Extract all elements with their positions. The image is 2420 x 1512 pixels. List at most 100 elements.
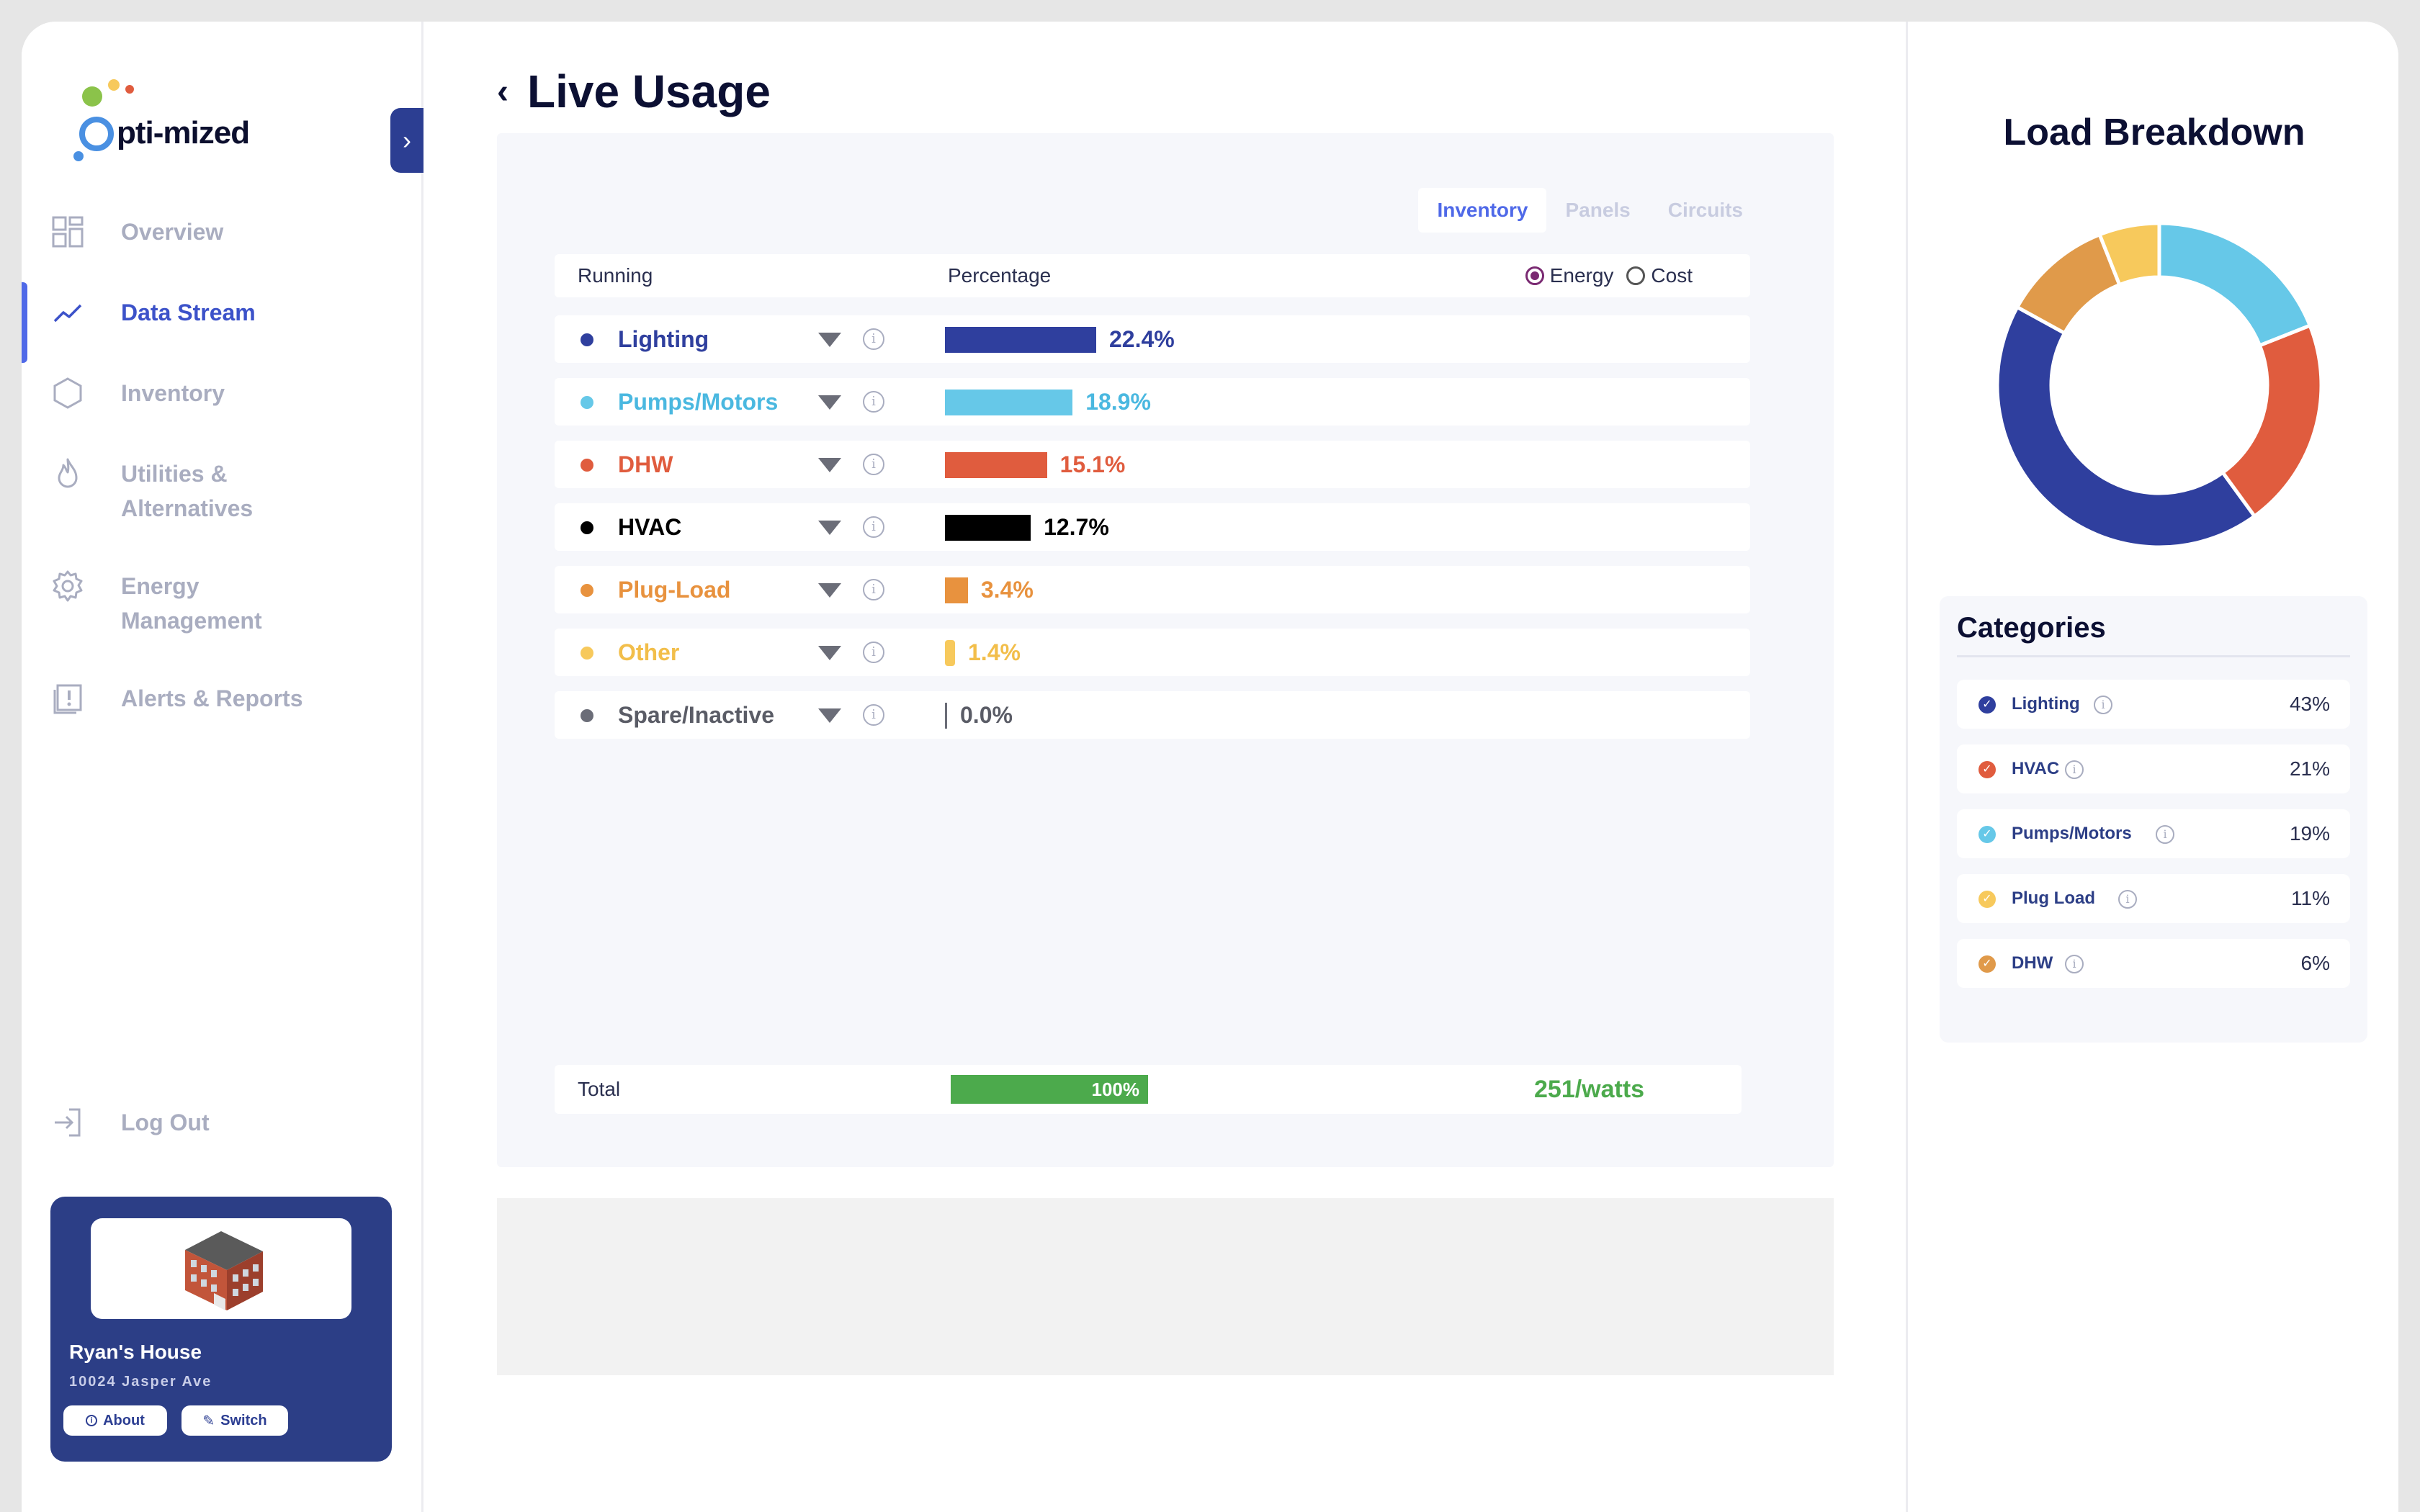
- property-address: 10024 Jasper Ave: [69, 1374, 212, 1390]
- info-icon[interactable]: i: [863, 704, 884, 726]
- percentage-value: 18.9%: [1085, 389, 1151, 415]
- category-row[interactable]: ✓ DHW i 6%: [1957, 939, 2350, 988]
- tab-panels[interactable]: Panels: [1546, 188, 1649, 233]
- caret-down-icon[interactable]: [818, 333, 841, 347]
- info-icon[interactable]: i: [863, 391, 884, 413]
- category-dot: [581, 521, 593, 534]
- radio-selected-icon: [1525, 266, 1544, 285]
- percentage-bar: [945, 515, 1031, 541]
- category-row[interactable]: ✓ Plug Load i 11%: [1957, 874, 2350, 923]
- logo-dot-yellow: [108, 79, 120, 91]
- category-row[interactable]: ✓ Pumps/Motors i 19%: [1957, 809, 2350, 858]
- info-icon[interactable]: i: [2065, 760, 2084, 779]
- categories-title: Categories: [1957, 612, 2106, 644]
- back-chevron-icon[interactable]: ‹: [497, 72, 508, 112]
- category-label: Pumps/Motors: [2012, 824, 2132, 843]
- checkbox-checked-icon[interactable]: ✓: [1978, 891, 1996, 908]
- category-label: Lighting: [2012, 694, 2080, 714]
- caret-down-icon[interactable]: [818, 458, 841, 472]
- sidebar-item-label: Inventory: [121, 380, 225, 406]
- percentage-bar: [945, 452, 1047, 478]
- table-row[interactable]: Other i 1.4%: [555, 629, 1750, 676]
- category-label: HVAC: [2012, 759, 2060, 778]
- percentage-value: 22.4%: [1109, 326, 1175, 352]
- info-icon[interactable]: i: [2156, 825, 2174, 844]
- building-icon: [185, 1231, 263, 1310]
- caret-down-icon[interactable]: [818, 708, 841, 723]
- info-icon[interactable]: i: [863, 516, 884, 538]
- info-icon[interactable]: i: [863, 642, 884, 663]
- view-tabs: Inventory Panels Circuits: [1418, 188, 1762, 233]
- percentage-bar: [945, 703, 947, 729]
- sidebar-item-data-stream[interactable]: Data Stream: [22, 282, 421, 370]
- switch-button[interactable]: ✎ Switch: [182, 1405, 288, 1436]
- sidebar-item-alerts-reports[interactable]: Alerts & Reports: [22, 675, 421, 756]
- column-header-percentage: Percentage: [948, 264, 1052, 287]
- sidebar-item-label: Energy Management: [121, 573, 262, 634]
- sidebar-item-overview[interactable]: Overview: [22, 209, 421, 289]
- category-row[interactable]: ✓ Lighting i 43%: [1957, 680, 2350, 729]
- table-row[interactable]: Plug-Load i 3.4%: [555, 566, 1750, 613]
- table-row[interactable]: HVAC i 12.7%: [555, 503, 1750, 551]
- row-label: Other: [618, 639, 680, 665]
- usage-panel: Inventory Panels Circuits Running Percen…: [497, 133, 1834, 1167]
- checkbox-checked-icon[interactable]: ✓: [1978, 826, 1996, 843]
- category-dot: [581, 459, 593, 472]
- table-row[interactable]: Lighting i 22.4%: [555, 315, 1750, 363]
- category-dot: [581, 396, 593, 409]
- sidebar-nav: Overview Data Stream Inventory Utilities…: [22, 209, 421, 756]
- percentage-bar: [945, 640, 955, 666]
- category-label: Plug Load: [2012, 888, 2095, 908]
- flame-icon: [58, 458, 78, 488]
- tab-circuits[interactable]: Circuits: [1649, 188, 1762, 233]
- sidebar-item-energy-management[interactable]: Energy Management: [22, 563, 421, 675]
- info-icon[interactable]: i: [863, 328, 884, 350]
- checkbox-checked-icon[interactable]: ✓: [1978, 955, 1996, 973]
- categories-card: Categories ✓ Lighting i 43% ✓ HVAC i 21% ✓ Pumps/…: [1940, 596, 2367, 1043]
- sidebar-expand-button[interactable]: ›: [390, 108, 424, 173]
- info-icon[interactable]: i: [2065, 955, 2084, 973]
- energy-radio[interactable]: Energy: [1525, 264, 1613, 287]
- percentage-value: 15.1%: [1059, 451, 1126, 477]
- tab-inventory[interactable]: Inventory: [1418, 188, 1547, 233]
- hexagon-icon: [53, 377, 82, 409]
- category-row[interactable]: ✓ HVAC i 21%: [1957, 744, 2350, 793]
- gear-icon: [53, 570, 83, 602]
- percentage-value: 0.0%: [960, 702, 1013, 728]
- table-row[interactable]: Pumps/Motors i 18.9%: [555, 378, 1750, 426]
- caret-down-icon[interactable]: [818, 395, 841, 410]
- info-icon[interactable]: i: [863, 454, 884, 475]
- category-value: 19%: [2289, 822, 2330, 845]
- info-icon[interactable]: i: [2118, 890, 2137, 909]
- category-value: 11%: [2291, 887, 2330, 909]
- logout-label: Log Out: [121, 1110, 210, 1135]
- checkbox-checked-icon[interactable]: ✓: [1978, 761, 1996, 778]
- info-icon[interactable]: i: [2094, 696, 2112, 714]
- property-card: Ryan's House 10024 Jasper Ave i About ✎ …: [50, 1197, 392, 1462]
- table-row[interactable]: Spare/Inactive i 0.0%: [555, 691, 1750, 739]
- column-header-running: Running: [578, 264, 653, 287]
- category-value: 6%: [2300, 952, 2330, 974]
- category-dot: [581, 584, 593, 597]
- sidebar-item-utilities[interactable]: Utilities & Alternatives: [22, 451, 421, 563]
- checkbox-checked-icon[interactable]: ✓: [1978, 696, 1996, 714]
- category-label: DHW: [2012, 953, 2053, 973]
- percentage-bar: [945, 390, 1073, 415]
- sidebar-item-label: Overview: [121, 219, 224, 245]
- table-row[interactable]: DHW i 15.1%: [555, 441, 1750, 488]
- trend-line-icon: [53, 304, 82, 323]
- about-label: About: [103, 1412, 145, 1428]
- donut-slice: [2157, 221, 2313, 348]
- about-button[interactable]: i About: [63, 1405, 167, 1436]
- total-watts: 251/watts: [1534, 1076, 1645, 1103]
- caret-down-icon[interactable]: [818, 521, 841, 535]
- caret-down-icon[interactable]: [818, 646, 841, 660]
- cost-radio[interactable]: Cost: [1626, 264, 1693, 287]
- divider: [1957, 655, 2350, 657]
- sidebar-item-inventory[interactable]: Inventory: [22, 370, 421, 451]
- donut-slice: [1995, 305, 2257, 549]
- info-icon[interactable]: i: [863, 579, 884, 600]
- caret-down-icon[interactable]: [818, 583, 841, 598]
- logout-button[interactable]: Log Out: [50, 1105, 210, 1140]
- percentage-bar: [945, 327, 1096, 353]
